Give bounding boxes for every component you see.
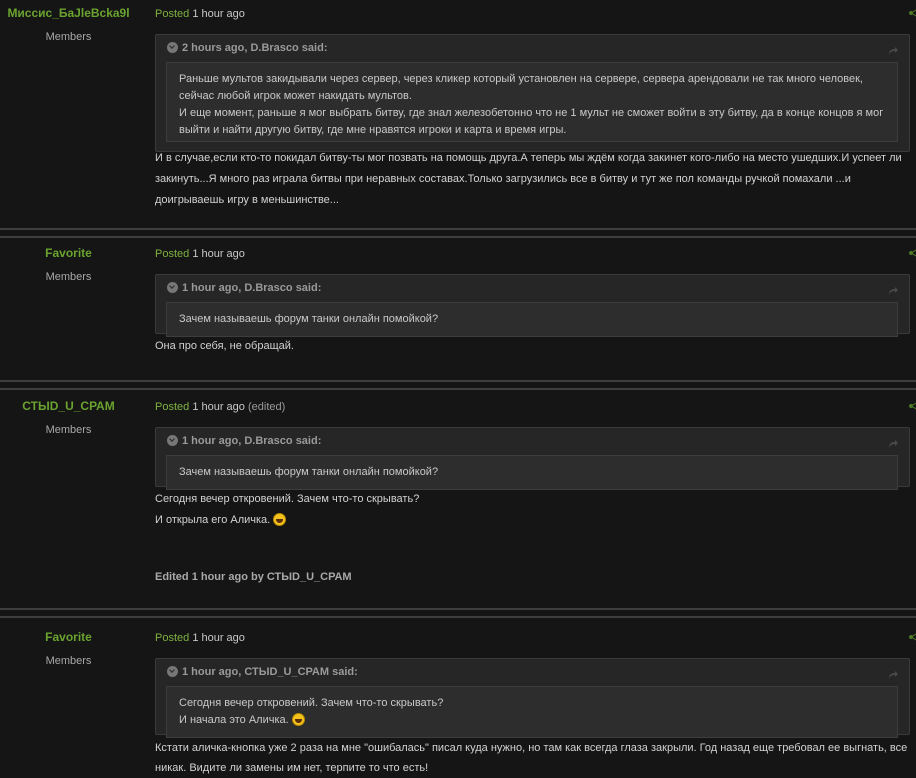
edited-note: Edited 1 hour ago by СТЫD_U_СРАМ	[155, 571, 352, 583]
collapse-quote-icon[interactable]	[167, 41, 178, 53]
quote-content: Раньше мультов закидывали через сервер, …	[166, 62, 898, 142]
posted-label: Posted	[155, 632, 190, 644]
quote-header: 2 hours ago, D.Brasco said:	[156, 35, 909, 61]
quote-citation: 1 hour ago, D.Brasco said:	[182, 435, 322, 447]
post-text: Она про себя, не обращай.	[155, 336, 910, 357]
collapse-quote-icon[interactable]	[167, 434, 178, 446]
quote-paragraph: Зачем называешь форум танки онлайн помой…	[179, 313, 439, 325]
post-text: И в случае,если кто-то покидал битву-ты …	[155, 148, 910, 211]
quote-block: 1 hour ago, D.Brasco said: Зачем называе…	[155, 427, 910, 490]
go-to-quoted-post-icon[interactable]	[887, 281, 899, 295]
collapse-quote-icon[interactable]	[167, 665, 178, 677]
post-paragraph: Кстати аличка-кнопка уже 2 раза на мне "…	[155, 742, 908, 774]
author-group: Members	[45, 424, 92, 436]
author-name-link[interactable]: Favorite	[0, 630, 137, 644]
quote-content: Зачем называешь форум танки онлайн помой…	[166, 302, 898, 337]
author-group: Members	[45, 31, 92, 43]
post-text: Кстати аличка-кнопка уже 2 раза на мне "…	[155, 738, 910, 778]
post-meta: Posted 1 hour ago	[155, 632, 245, 644]
go-to-quoted-post-icon[interactable]	[887, 434, 899, 448]
quote-citation: 1 hour ago, D.Brasco said:	[182, 282, 322, 294]
quote-content: Зачем называешь форум танки онлайн помой…	[166, 455, 898, 490]
quote-block: 1 hour ago, СТЫD_U_СРАМ said: Сегодня ве…	[155, 658, 910, 738]
share-icon[interactable]	[908, 6, 916, 20]
quote-header: 1 hour ago, D.Brasco said:	[156, 275, 909, 301]
quote-header: 1 hour ago, СТЫD_U_СРАМ said:	[156, 659, 909, 685]
edited-time: 1 hour ago	[191, 571, 248, 583]
post-meta: Posted 1 hour ago	[155, 248, 245, 260]
post-time-link[interactable]: 1 hour ago	[192, 248, 245, 260]
edited-label: (edited)	[247, 401, 286, 413]
edited-prefix: Edited	[155, 571, 189, 583]
author-info: Миссис_БаJleBcka9l Members	[0, 6, 137, 43]
author-group: Members	[45, 271, 92, 283]
post-time-link[interactable]: 1 hour ago	[192, 8, 245, 20]
author-name-link[interactable]: Favorite	[0, 246, 137, 260]
quote-content: Сегодня вечер откровений. Зачем что-то с…	[166, 686, 898, 738]
author-info: СТЫD_U_СРАМ Members	[0, 399, 137, 436]
quote-header: 1 hour ago, D.Brasco said:	[156, 428, 909, 454]
posted-label: Posted	[155, 401, 190, 413]
share-icon[interactable]	[908, 630, 916, 644]
post-meta: Posted 1 hour ago (edited)	[155, 401, 285, 413]
quote-paragraph: Зачем называешь форум танки онлайн помой…	[179, 466, 439, 478]
quote-citation: 2 hours ago, D.Brasco said:	[182, 42, 328, 54]
author-group: Members	[45, 655, 92, 667]
edited-user: СТЫD_U_СРАМ	[266, 571, 352, 583]
author-info: Favorite Members	[0, 246, 137, 283]
post-paragraph: И открыла его Аличка.	[155, 510, 910, 531]
collapse-quote-icon[interactable]	[167, 281, 178, 293]
quote-paragraph: Сегодня вечер откровений. Зачем что-то с…	[179, 697, 444, 709]
post-time-link[interactable]: 1 hour ago	[192, 401, 245, 413]
author-name-link[interactable]: СТЫD_U_СРАМ	[0, 399, 137, 413]
share-icon[interactable]	[908, 246, 916, 260]
quote-paragraph: Раньше мультов закидывали через сервер, …	[179, 73, 863, 102]
author-info: Favorite Members	[0, 630, 137, 667]
edited-by: by	[250, 571, 264, 583]
go-to-quoted-post-icon[interactable]	[887, 41, 899, 55]
post-paragraph: Сегодня вечер откровений. Зачем что-то с…	[155, 493, 420, 505]
post-line: И открыла его Аличка.	[155, 514, 271, 526]
post-separator	[0, 380, 916, 390]
post-meta: Posted 1 hour ago	[155, 8, 245, 20]
post-paragraph: И в случае,если кто-то покидал битву-ты …	[155, 152, 902, 206]
quote-paragraph: И начала это Аличка.	[179, 712, 885, 729]
post-separator	[0, 608, 916, 618]
go-to-quoted-post-icon[interactable]	[887, 665, 899, 679]
quote-citation: 1 hour ago, СТЫD_U_СРАМ said:	[182, 666, 358, 678]
quote-block: 2 hours ago, D.Brasco said: Раньше мульт…	[155, 34, 910, 152]
author-name-link[interactable]: Миссис_БаJleBcka9l	[0, 6, 137, 20]
post-text: Сегодня вечер откровений. Зачем что-то с…	[155, 489, 910, 531]
post-separator	[0, 228, 916, 238]
quote-block: 1 hour ago, D.Brasco said: Зачем называе…	[155, 274, 910, 337]
posted-label: Posted	[155, 8, 190, 20]
quote-line: И начала это Аличка.	[179, 714, 289, 726]
post-time-link[interactable]: 1 hour ago	[192, 632, 245, 644]
post-paragraph: Она про себя, не обращай.	[155, 340, 294, 352]
posted-label: Posted	[155, 248, 190, 260]
quote-paragraph: И еще момент, раньше я мог выбрать битву…	[179, 107, 884, 136]
laughing-emoji-icon	[273, 513, 287, 526]
laughing-emoji-icon	[291, 713, 305, 726]
share-icon[interactable]	[908, 399, 916, 413]
